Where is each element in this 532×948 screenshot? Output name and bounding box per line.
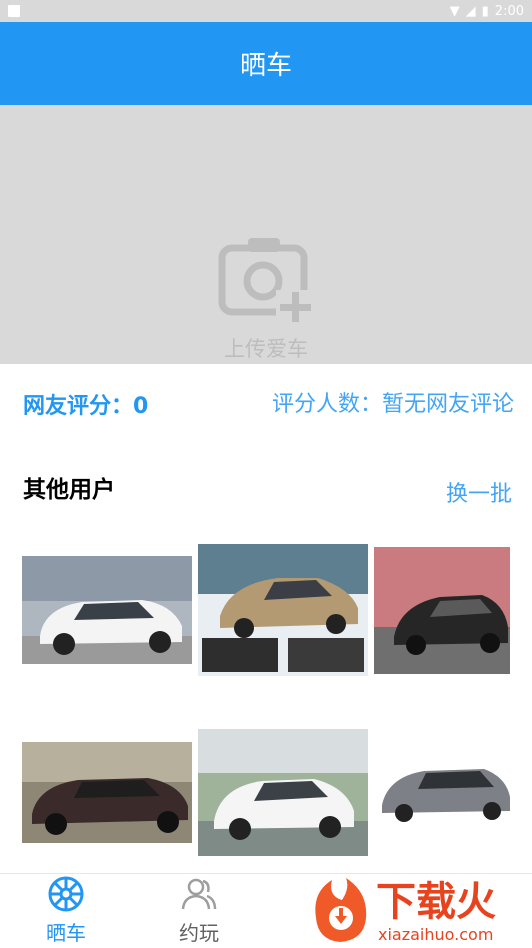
rating-score: 网友评分：0 [23,394,149,419]
nav-item-show-car[interactable]: 晒车 [11,874,121,947]
car-thumbnail[interactable] [374,547,510,674]
rating-count: 评分人数：暂无网友评论 [271,392,514,417]
signal-icon: ◢ [465,3,476,19]
section-title: 其他用户 [23,477,115,503]
status-time: 2:00 [494,3,524,19]
wifi-icon: ▼ [449,3,460,19]
nav-label-show-car: 晒车 [46,921,86,945]
car-thumbnail[interactable] [380,755,510,827]
watermark-url: xiazaihuo.com [378,925,494,944]
nav-label-meetup: 约玩 [179,921,219,945]
car-thumbnail[interactable] [22,742,192,843]
car-thumbnail[interactable] [22,556,192,664]
refresh-button[interactable]: 换一批 [446,476,512,508]
upload-car-area[interactable]: 上传爱车 [0,105,532,364]
status-bar: ▼ ◢ ▮ 2:00 [0,0,532,22]
watermark-brand: 下载火 [376,879,496,925]
user-cars-grid [0,535,532,865]
car-thumbnail[interactable] [198,729,368,856]
nav-item-meetup[interactable]: 约玩 [144,874,254,947]
watermark: 下载火 xiazaihuo.com [310,878,522,944]
app-bar: 晒车 [0,22,532,105]
rating-stats: 网友评分：0 评分人数：暂无网友评论 [0,370,532,434]
page-title: 晒车 [239,51,292,81]
upload-label: 上传爱车 [224,337,308,361]
users-icon [181,878,217,910]
battery-icon: ▮ [481,3,489,19]
notification-icon [8,5,20,17]
steering-wheel-icon [48,876,84,912]
status-icons: ▼ ◢ ▮ 2:00 [450,2,524,20]
car-thumbnail[interactable] [198,544,368,676]
camera-add-icon [218,238,314,326]
